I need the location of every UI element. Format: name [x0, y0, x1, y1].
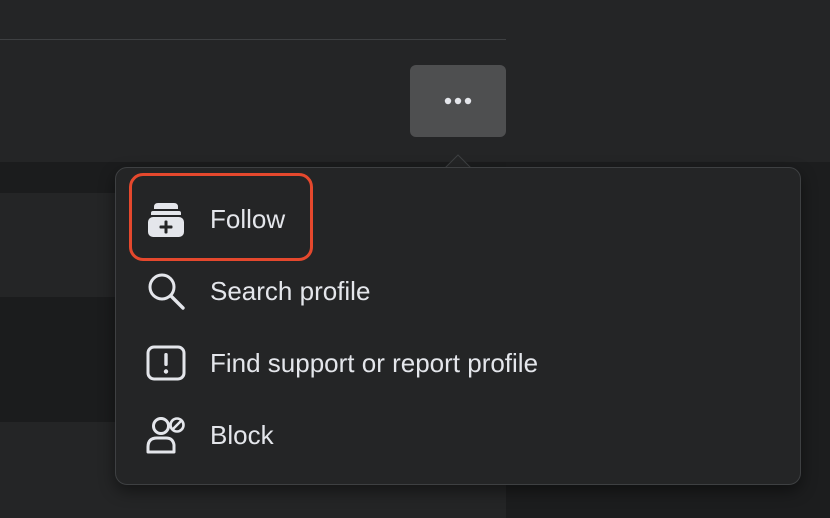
menu-item-report-profile[interactable]: Find support or report profile [132, 332, 784, 394]
search-icon [144, 269, 188, 313]
more-options-button[interactable] [410, 65, 506, 137]
menu-caret [445, 154, 471, 168]
menu-item-label: Block [210, 419, 274, 450]
block-user-icon [144, 413, 188, 457]
menu-item-search-profile[interactable]: Search profile [132, 260, 784, 322]
follow-icon [144, 197, 188, 241]
menu-item-follow[interactable]: Follow [132, 188, 784, 250]
header-divider [0, 39, 506, 40]
menu-item-label: Follow [210, 203, 286, 234]
more-horizontal-icon [444, 97, 472, 105]
menu-item-block[interactable]: Block [132, 404, 784, 466]
menu-item-label: Search profile [210, 275, 371, 306]
report-icon [144, 341, 188, 385]
menu-item-label: Find support or report profile [210, 347, 539, 378]
profile-options-menu: Follow Search profile Find support or re… [115, 167, 801, 485]
